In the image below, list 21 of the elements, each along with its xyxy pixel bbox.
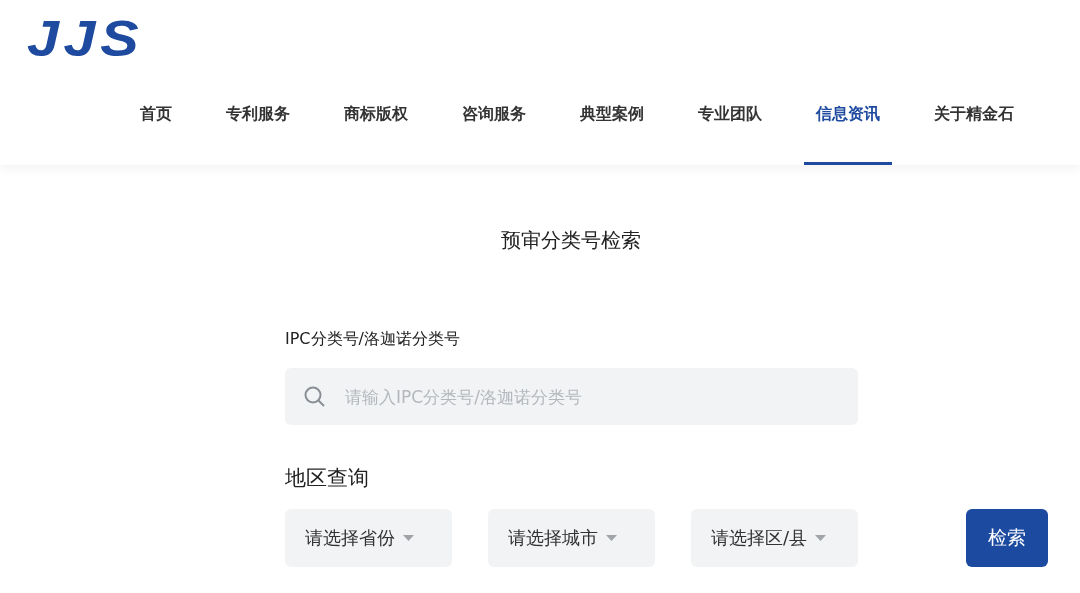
dropdown[interactable]: 请选择省份	[285, 508, 452, 567]
nav-tab[interactable]: 专利服务	[214, 92, 302, 165]
nav-tab[interactable]: 咨询服务	[450, 92, 538, 165]
dropdown[interactable]: 请选择城市	[488, 508, 655, 567]
nav-tab[interactable]: 典型案例	[568, 92, 656, 165]
search-field[interactable]: 请输入IPC分类号/洛迦诺分类号	[285, 368, 858, 425]
search-button[interactable]: 检索	[966, 508, 1048, 567]
page-title: 预审分类号检索	[500, 227, 642, 254]
logo[interactable]: JJS	[27, 14, 144, 64]
nav-tab[interactable]: 关于精金石	[922, 92, 1026, 165]
nav-tab[interactable]: 商标版权	[332, 92, 420, 165]
caret-icon	[815, 534, 827, 541]
nav-tab[interactable]: 专业团队	[686, 92, 774, 165]
dropdown[interactable]: 请选择区/县	[691, 508, 858, 567]
nav-tab[interactable]: 首页	[128, 92, 184, 165]
caret-icon	[606, 534, 617, 541]
caret-icon	[403, 534, 414, 541]
field-label: IPC分类号/洛迦诺分类号	[285, 328, 461, 350]
search-icon	[303, 385, 327, 409]
section-heading: 地区查询	[285, 465, 370, 492]
nav-tab[interactable]: 信息资讯	[804, 92, 892, 165]
